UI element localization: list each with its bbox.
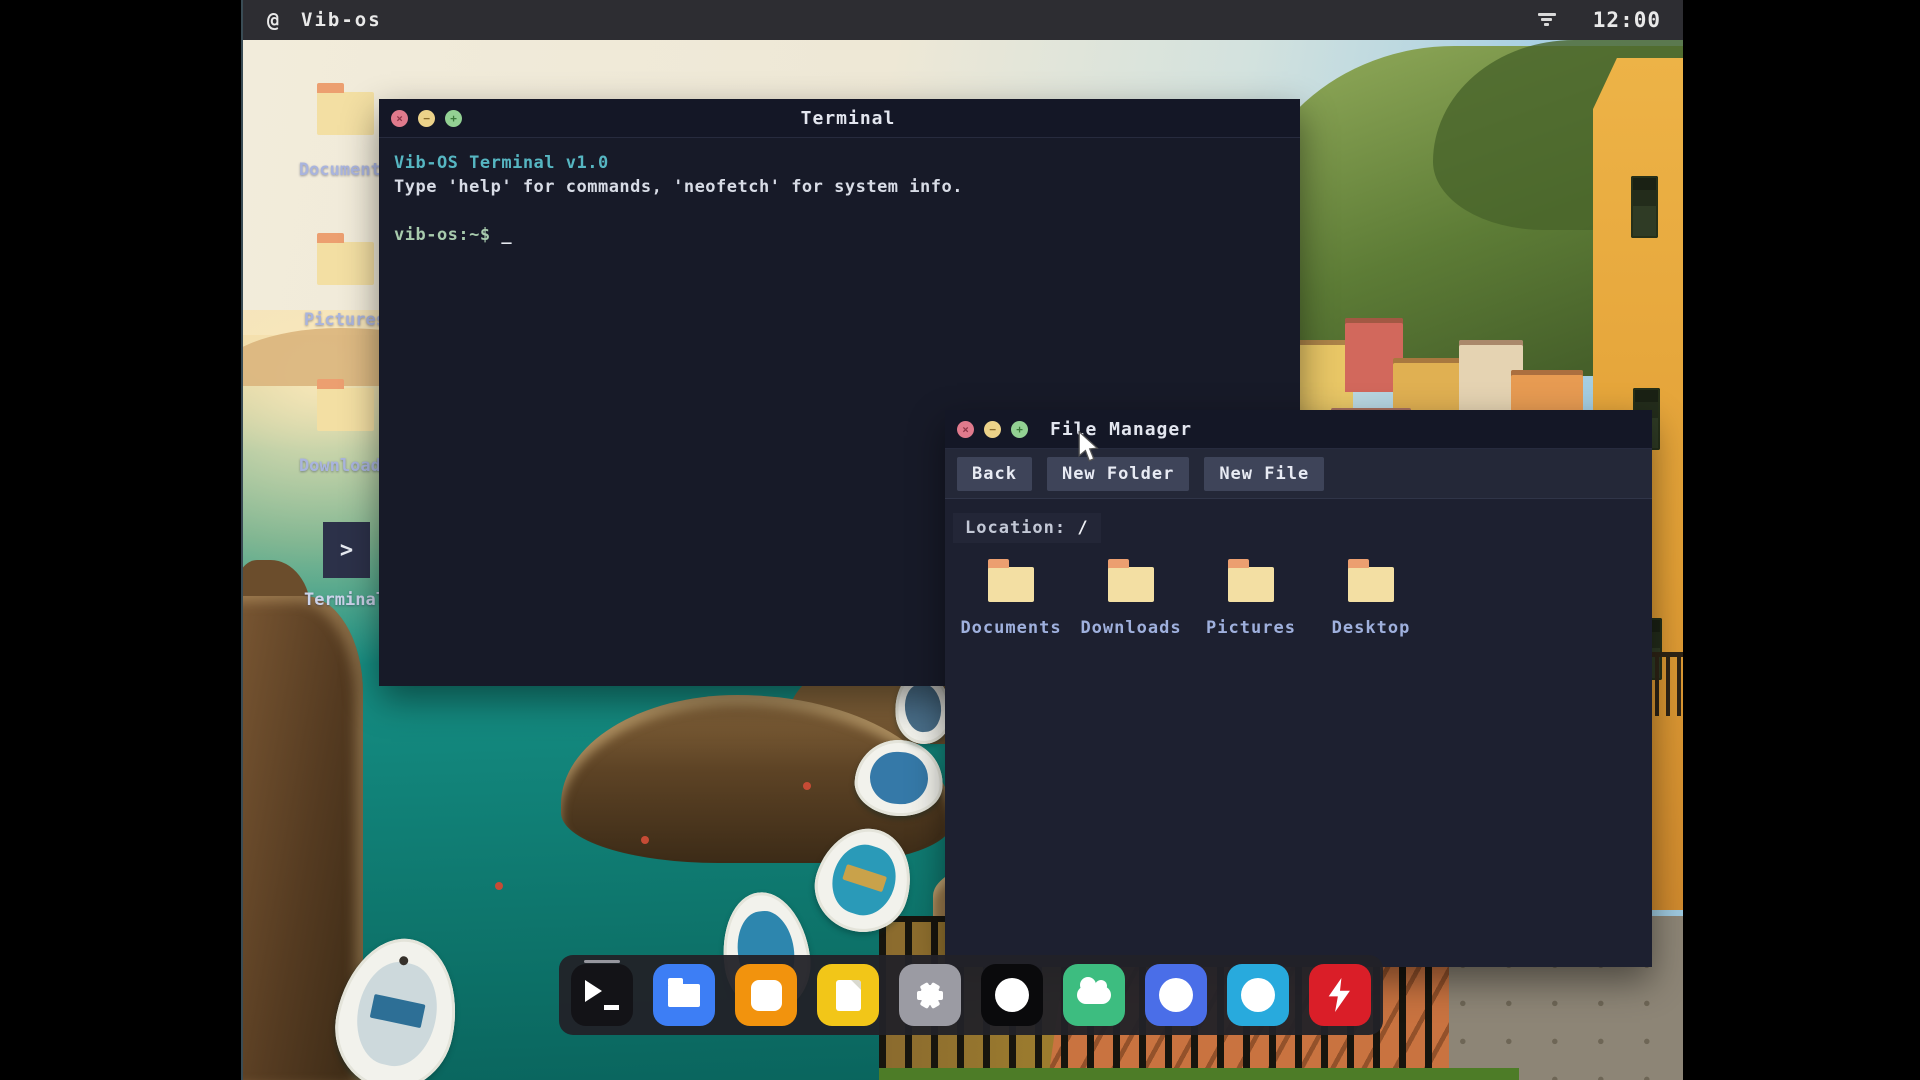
location-bar: Location: / bbox=[953, 513, 1101, 543]
circle-icon bbox=[1159, 978, 1193, 1012]
location-path: / bbox=[1077, 518, 1088, 538]
new-file-button[interactable]: New File bbox=[1204, 457, 1324, 491]
wallpaper-buoy bbox=[641, 836, 649, 844]
wallpaper-buoy bbox=[803, 782, 811, 790]
folder-item-downloads[interactable]: Downloads bbox=[1071, 557, 1191, 638]
dock-files-icon[interactable] bbox=[653, 964, 715, 1026]
terminal-help-line: Type 'help' for commands, 'neofetch' for… bbox=[394, 175, 1285, 199]
dock-cloud-icon[interactable] bbox=[1063, 964, 1125, 1026]
new-folder-button[interactable]: New Folder bbox=[1047, 457, 1189, 491]
folder-item-pictures[interactable]: Pictures bbox=[1191, 557, 1311, 638]
folder-icon bbox=[1108, 567, 1154, 602]
dock-terminal-icon[interactable] bbox=[571, 964, 633, 1026]
dock bbox=[559, 955, 1383, 1035]
dock-app-blue-icon[interactable] bbox=[1145, 964, 1207, 1026]
terminal-output[interactable]: Vib-OS Terminal v1.0 Type 'help' for com… bbox=[379, 138, 1300, 260]
os-title: Vib-os bbox=[301, 9, 382, 31]
dock-camera-icon[interactable] bbox=[981, 964, 1043, 1026]
terminal-prompt-line: vib-os:~$ _ bbox=[394, 223, 1285, 247]
terminal-titlebar[interactable]: × − + Terminal bbox=[379, 99, 1300, 138]
folder-label: Downloads bbox=[1080, 618, 1181, 638]
minimize-icon[interactable]: − bbox=[418, 110, 435, 127]
folder-icon bbox=[317, 242, 374, 285]
wallpaper-buoy bbox=[495, 882, 503, 890]
folder-icon bbox=[1228, 567, 1274, 602]
dock-settings-icon[interactable] bbox=[899, 964, 961, 1026]
desktop-icon-terminal[interactable]: > bbox=[323, 522, 370, 578]
desktop-screen: @ Vib-os 12:00 Documents Pictures Downlo… bbox=[241, 0, 1683, 1080]
folder-icon bbox=[988, 567, 1034, 602]
folder-label: Desktop bbox=[1332, 618, 1411, 638]
folder-icon bbox=[668, 984, 700, 1007]
gear-icon bbox=[913, 978, 947, 1012]
dock-app-orange-icon[interactable] bbox=[735, 964, 797, 1026]
mouse-cursor bbox=[1076, 431, 1100, 467]
square-icon bbox=[751, 980, 782, 1011]
desktop-icon-downloads[interactable] bbox=[317, 388, 374, 431]
folder-label: Pictures bbox=[1206, 618, 1296, 638]
terminal-title: Terminal bbox=[472, 108, 1224, 129]
lightning-bolt-icon bbox=[1325, 978, 1355, 1012]
file-manager-titlebar[interactable]: × − + File Manager bbox=[945, 410, 1652, 449]
clock: 12:00 bbox=[1593, 8, 1661, 32]
folder-item-documents[interactable]: Documents bbox=[951, 557, 1071, 638]
circle-icon bbox=[1241, 978, 1275, 1012]
folder-icon bbox=[317, 92, 374, 135]
chevron-right-icon: > bbox=[340, 538, 353, 563]
folder-item-desktop[interactable]: Desktop bbox=[1311, 557, 1431, 638]
os-logo-icon: @ bbox=[267, 8, 279, 32]
cloud-icon bbox=[1077, 986, 1111, 1004]
maximize-icon[interactable]: + bbox=[1011, 421, 1028, 438]
desktop-icon-documents[interactable] bbox=[317, 92, 374, 135]
file-manager-title: File Manager bbox=[1050, 419, 1192, 440]
wifi-icon bbox=[1537, 13, 1557, 27]
folder-icon bbox=[1348, 567, 1394, 602]
terminal-cursor: _ bbox=[491, 225, 512, 245]
file-manager-window: × − + File Manager Back New Folder New F… bbox=[945, 410, 1652, 967]
dock-power-icon[interactable] bbox=[1309, 964, 1371, 1026]
prompt-icon bbox=[585, 980, 619, 1010]
terminal-prompt: vib-os:~$ bbox=[394, 225, 491, 245]
terminal-banner-line: Vib-OS Terminal v1.0 bbox=[394, 151, 1285, 175]
folder-grid: Documents Downloads Pictures Desktop bbox=[951, 557, 1652, 638]
document-icon bbox=[836, 980, 861, 1011]
minimize-icon[interactable]: − bbox=[984, 421, 1001, 438]
close-icon[interactable]: × bbox=[391, 110, 408, 127]
circle-icon bbox=[995, 978, 1029, 1012]
close-icon[interactable]: × bbox=[957, 421, 974, 438]
location-label: Location: bbox=[965, 518, 1066, 538]
maximize-icon[interactable]: + bbox=[445, 110, 462, 127]
dock-editor-icon[interactable] bbox=[817, 964, 879, 1026]
desktop-icon-pictures[interactable] bbox=[317, 242, 374, 285]
folder-icon bbox=[317, 388, 374, 431]
running-indicator bbox=[584, 960, 620, 963]
back-button[interactable]: Back bbox=[957, 457, 1032, 491]
wallpaper-grass bbox=[879, 1068, 1519, 1080]
dock-app-cyan-icon[interactable] bbox=[1227, 964, 1289, 1026]
menu-bar: @ Vib-os 12:00 bbox=[243, 0, 1683, 40]
file-manager-toolbar: Back New Folder New File bbox=[945, 449, 1652, 499]
folder-label: Documents bbox=[960, 618, 1061, 638]
